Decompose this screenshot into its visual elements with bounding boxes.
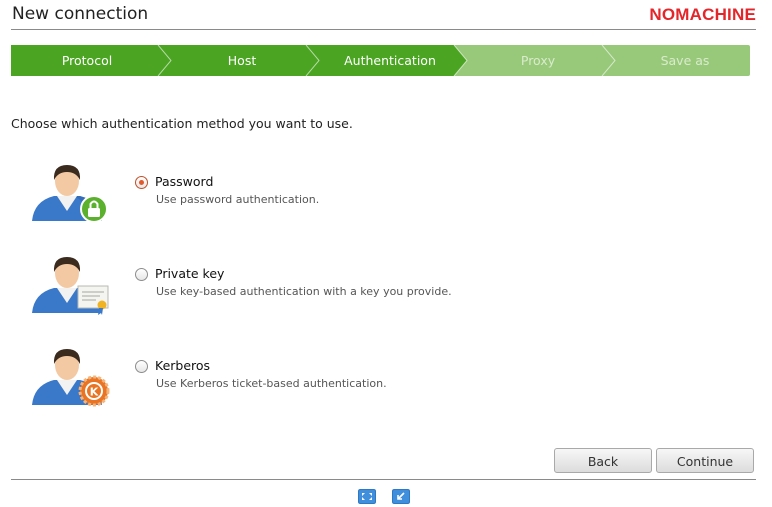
private-key-label[interactable]: Private key	[155, 266, 224, 281]
footer-divider	[11, 479, 756, 480]
auth-option-private-key[interactable]: Private key Use key-based authentication…	[0, 255, 772, 335]
password-radio[interactable]	[135, 176, 148, 189]
user-kerberos-icon: K	[32, 349, 110, 407]
back-button[interactable]: Back	[554, 448, 652, 473]
fullscreen-icon[interactable]	[358, 489, 376, 504]
step-save-as: Save as	[660, 53, 710, 68]
user-lock-icon	[32, 165, 108, 223]
kerberos-radio[interactable]	[135, 360, 148, 373]
kerberos-description: Use Kerberos ticket-based authentication…	[156, 377, 387, 390]
password-description: Use password authentication.	[156, 193, 320, 206]
private-key-description: Use key-based authentication with a key …	[156, 285, 452, 298]
kerberos-label[interactable]: Kerberos	[155, 358, 210, 373]
nomachine-logo: NOMACHINE	[649, 5, 756, 24]
password-label[interactable]: Password	[155, 174, 213, 189]
private-key-radio[interactable]	[135, 268, 148, 281]
header-divider	[11, 29, 756, 30]
auth-option-password[interactable]: Password Use password authentication.	[0, 163, 772, 243]
svg-text:K: K	[90, 386, 99, 399]
step-proxy: Proxy	[520, 53, 556, 68]
user-certificate-icon	[32, 257, 109, 315]
instruction-text: Choose which authentication method you w…	[11, 116, 353, 131]
step-protocol: Protocol	[61, 53, 113, 68]
wizard-steps: Protocol Host Authentication Proxy Save …	[11, 45, 750, 76]
auth-option-kerberos[interactable]: K Kerberos Use Kerberos ticket-based aut…	[0, 347, 772, 427]
step-authentication: Authentication	[344, 53, 436, 68]
window-resize-icon[interactable]	[392, 489, 410, 504]
step-host: Host	[227, 53, 257, 68]
window-title: New connection	[12, 4, 149, 24]
continue-button[interactable]: Continue	[656, 448, 754, 473]
